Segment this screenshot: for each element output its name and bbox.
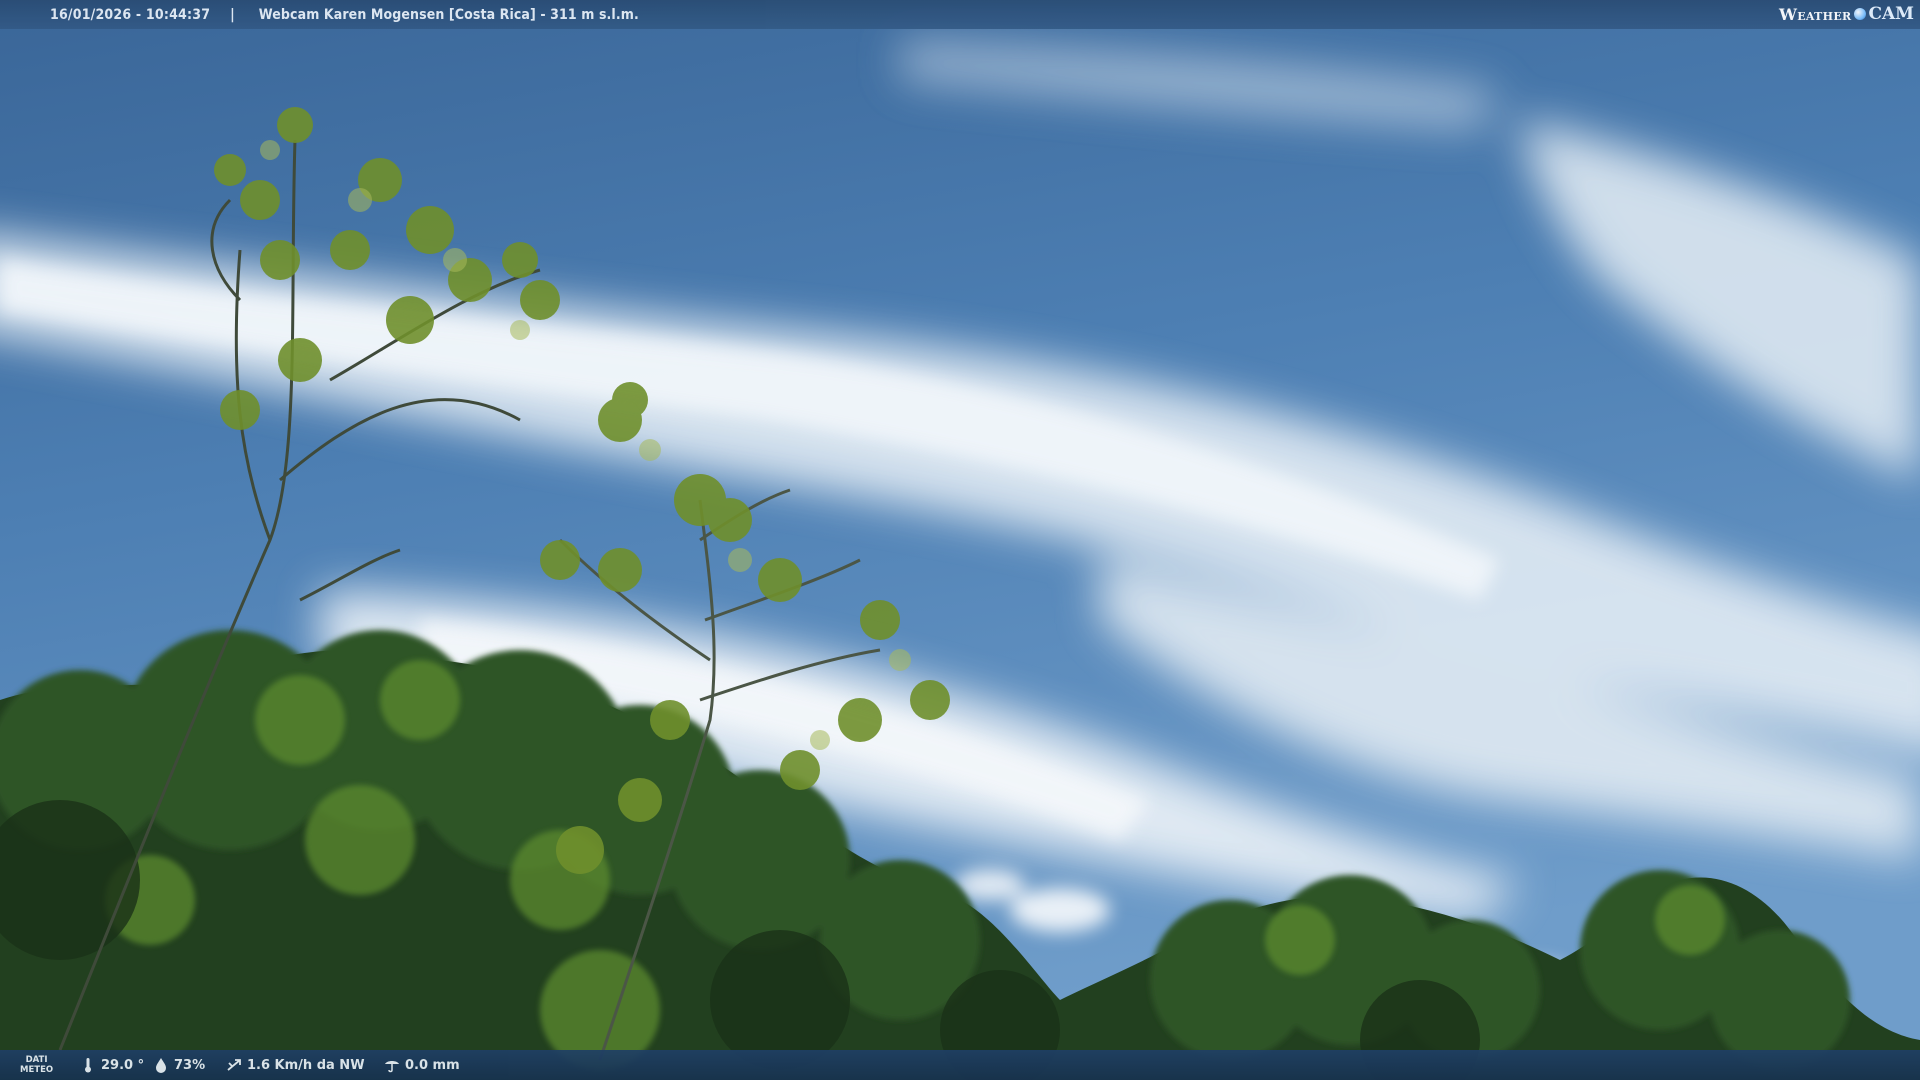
weather-label-line1: DATI <box>25 1055 48 1065</box>
humidity-value: 73% <box>174 1057 206 1073</box>
webcam-title: Webcam Karen Mogensen [Costa Rica] - 311… <box>258 6 639 23</box>
humidity-reading: 73% <box>153 1050 205 1080</box>
rain-reading: 0.0 mm <box>384 1050 460 1080</box>
header-separator: | <box>230 6 235 23</box>
temperature-value: 29.0 ° <box>101 1057 145 1073</box>
header-bar: 16/01/2026 - 10:44:37 | Webcam Karen Mog… <box>0 0 1920 29</box>
wind-icon <box>227 1059 241 1071</box>
logo-word-weather: Weather <box>1778 4 1852 24</box>
timestamp: 16/01/2026 - 10:44:37 <box>50 6 211 23</box>
thermometer-icon <box>85 1058 91 1073</box>
wind-value: 1.6 Km/h da NW <box>247 1057 365 1073</box>
weather-data-bar: DATI METEO 29.0 ° 73% 1.6 Km/h da NW 0.0… <box>0 1050 1920 1080</box>
weather-data-label: DATI METEO <box>20 1050 53 1080</box>
wind-reading: 1.6 Km/h da NW <box>226 1050 365 1080</box>
logo-globe-icon <box>1854 8 1867 20</box>
logo-word-cam: CAM <box>1868 4 1914 24</box>
rain-value: 0.0 mm <box>405 1057 460 1073</box>
humidity-drop-icon <box>156 1058 166 1073</box>
webcam-sky-scene <box>0 0 1920 1080</box>
temperature-reading: 29.0 ° <box>80 1050 144 1080</box>
weathercam-logo: Weather CAM <box>1779 3 1914 25</box>
weather-label-line2: METEO <box>20 1065 54 1075</box>
rain-gauge-icon <box>385 1061 399 1073</box>
